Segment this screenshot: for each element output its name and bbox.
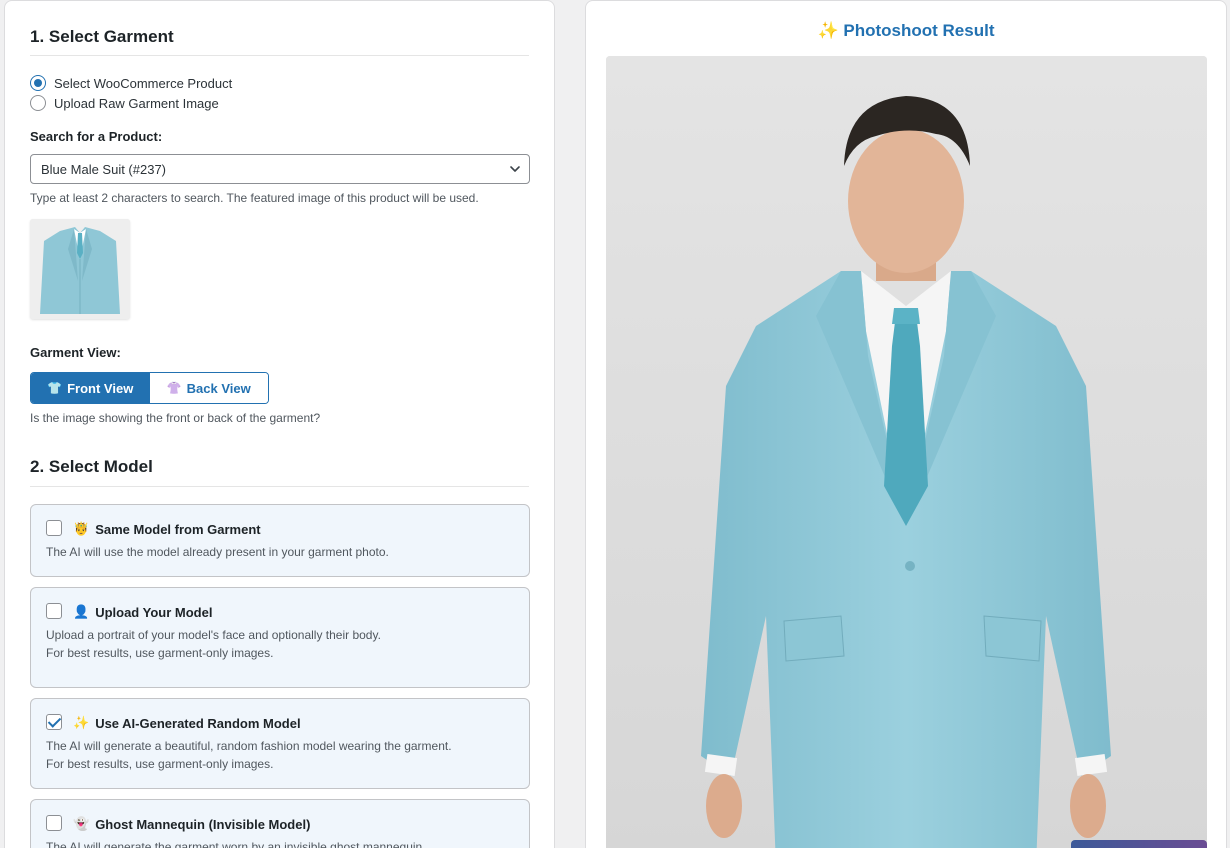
section-title-select-model: 2. Select Model <box>30 457 153 476</box>
floating-action-button-edge[interactable] <box>1071 840 1207 848</box>
checkbox-checked[interactable] <box>46 714 62 730</box>
radio-button[interactable] <box>30 95 46 111</box>
checkbox[interactable] <box>46 815 62 831</box>
model-option-title: ✨ Use AI-Generated Random Model <box>73 715 301 731</box>
description-line: The AI will generate the garment worn by… <box>46 840 426 848</box>
garment-settings-panel: 1. Select Garment Select WooCommerce Pro… <box>4 0 555 848</box>
description-line: For best results, use garment-only image… <box>46 757 274 771</box>
radio-button-checked[interactable] <box>30 75 46 91</box>
garment-view-label: Garment View: <box>30 345 121 360</box>
photoshoot-result-panel: ✨ Photoshoot Result <box>585 0 1227 848</box>
model-option-description: Upload a portrait of your model's face a… <box>46 626 516 662</box>
generated-photoshoot-image <box>606 56 1207 848</box>
product-featured-image <box>30 219 130 319</box>
shirt-icon: 👕 <box>47 381 63 395</box>
search-product-label: Search for a Product: <box>30 129 163 144</box>
section-divider <box>30 55 529 56</box>
chevron-down-icon <box>510 166 520 172</box>
model-option-title-text: Use AI-Generated Random Model <box>95 715 301 731</box>
radio-upload-raw-garment[interactable]: Upload Raw Garment Image <box>30 95 219 111</box>
model-option-title: 👻 Ghost Mannequin (Invisible Model) <box>73 816 310 832</box>
back-view-button[interactable]: 👚 Back View <box>149 373 268 403</box>
model-option-ai-generated[interactable]: ✨ Use AI-Generated Random Model The AI w… <box>30 698 530 789</box>
radio-woocommerce-product[interactable]: Select WooCommerce Product <box>30 75 232 91</box>
description-line: For best results, use garment-only image… <box>46 646 274 660</box>
product-select-value: Blue Male Suit (#237) <box>41 161 167 177</box>
model-option-title: 👤 Upload Your Model <box>73 604 212 620</box>
garment-view-help-text: Is the image showing the front or back o… <box>30 411 321 425</box>
ghost-icon: 👻 <box>73 816 90 831</box>
checkbox[interactable] <box>46 520 62 536</box>
checkbox[interactable] <box>46 603 62 619</box>
model-option-upload-model[interactable]: 👤 Upload Your Model Upload a portrait of… <box>30 587 530 688</box>
garment-view-toggle: 👕 Front View 👚 Back View <box>30 372 269 404</box>
radio-label: Upload Raw Garment Image <box>54 95 219 111</box>
front-view-button[interactable]: 👕 Front View <box>31 373 150 403</box>
description-line: The AI will use the model already presen… <box>46 545 389 559</box>
model-option-title: 🤴 Same Model from Garment <box>73 521 261 537</box>
model-option-title-text: Same Model from Garment <box>95 521 261 537</box>
model-option-same-model[interactable]: 🤴 Same Model from Garment The AI will us… <box>30 504 530 577</box>
search-help-text: Type at least 2 characters to search. Th… <box>30 191 479 205</box>
section-divider <box>30 486 529 487</box>
model-option-description: The AI will generate the garment worn by… <box>46 838 516 848</box>
model-option-description: The AI will generate a beautiful, random… <box>46 737 516 773</box>
description-line: The AI will generate a beautiful, random… <box>46 739 452 753</box>
model-option-title-text: Ghost Mannequin (Invisible Model) <box>95 816 311 832</box>
prince-icon: 🤴 <box>73 521 90 536</box>
radio-label: Select WooCommerce Product <box>54 75 233 91</box>
sparkles-icon: ✨ <box>73 715 90 730</box>
model-option-description: The AI will use the model already presen… <box>46 543 516 561</box>
model-option-title-text: Upload Your Model <box>95 604 213 620</box>
result-title: ✨ Photoshoot Result <box>817 21 995 40</box>
user-silhouette-icon: 👤 <box>73 604 90 619</box>
product-select[interactable]: Blue Male Suit (#237) <box>30 154 530 184</box>
blouse-icon: 👚 <box>166 381 182 395</box>
section-title-select-garment: 1. Select Garment <box>30 27 174 46</box>
back-view-label: Back View <box>186 380 251 396</box>
description-line: Upload a portrait of your model's face a… <box>46 628 381 642</box>
front-view-label: Front View <box>67 380 134 396</box>
model-option-ghost-mannequin[interactable]: 👻 Ghost Mannequin (Invisible Model) The … <box>30 799 530 848</box>
